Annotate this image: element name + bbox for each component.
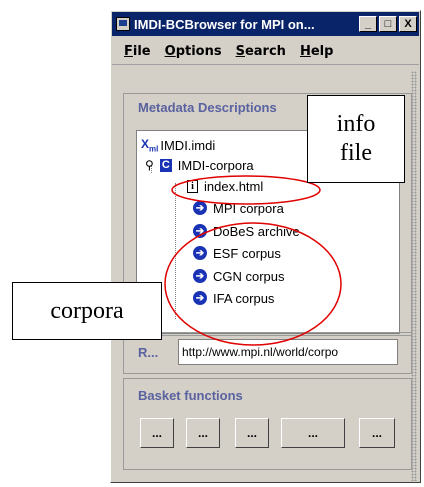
basket-button-5[interactable]: ... — [359, 418, 395, 448]
tree-node-info-file[interactable]: i index.html — [187, 177, 263, 195]
expand-pin-icon[interactable]: ⚲ — [145, 158, 154, 172]
xml-file-icon: Xml — [141, 136, 159, 154]
basket-button-3[interactable]: ... — [235, 418, 269, 448]
info-file-callout-text: info file — [336, 111, 376, 166]
tree-node-child[interactable]: ➔ DoBeS archive — [193, 222, 300, 240]
menu-search[interactable]: Search — [236, 44, 286, 59]
info-file-callout: info file — [307, 95, 405, 183]
tree-node-label: IMDI-corpora — [177, 157, 254, 173]
maximize-button[interactable]: □ — [379, 16, 397, 32]
corpus-link-icon: ➔ — [193, 269, 207, 283]
corpora-callout: corpora — [12, 282, 162, 340]
tree-node-child[interactable]: ➔ IFA corpus — [193, 289, 274, 307]
app-icon[interactable] — [116, 17, 130, 31]
tree-node-label: IMDI.imdi — [160, 137, 216, 153]
tree-node-child[interactable]: ➔ ESF corpus — [193, 244, 281, 262]
minimize-button[interactable]: _ — [359, 16, 377, 32]
corpus-link-icon: ➔ — [193, 246, 207, 260]
corpora-callout-text: corpora — [50, 297, 124, 324]
tree-node-child[interactable]: ➔ MPI corpora — [193, 199, 284, 217]
title-bar[interactable]: IMDI-BCBrowser for MPI on... _ □ X — [112, 12, 419, 36]
basket-panel-title: Basket functions — [138, 388, 243, 403]
basket-button-2[interactable]: ... — [186, 418, 220, 448]
metadata-panel-title: Metadata Descriptions — [138, 100, 277, 115]
url-label: R... — [138, 345, 159, 360]
corpus-icon: C — [159, 158, 172, 172]
corpus-link-icon: ➔ — [193, 201, 207, 215]
tree-node-label: index.html — [204, 178, 264, 194]
tree-node-root[interactable]: Xml IMDI.imdi — [141, 136, 215, 154]
menu-options[interactable]: Options — [165, 44, 222, 59]
basket-button-1[interactable]: ... — [140, 418, 174, 448]
tree-node-label: IFA corpus — [213, 290, 275, 306]
corpus-link-icon: ➔ — [193, 291, 207, 305]
menu-file[interactable]: File — [124, 44, 151, 59]
corpus-link-icon: ➔ — [193, 224, 207, 238]
menu-help[interactable]: Help — [300, 44, 333, 59]
close-button[interactable]: X — [399, 16, 417, 32]
basket-button-4[interactable]: ... — [281, 418, 345, 448]
url-field[interactable]: http://www.mpi.nl/world/corpo — [178, 339, 398, 365]
tree-node-label: MPI corpora — [213, 200, 284, 216]
info-document-icon: i — [187, 179, 198, 193]
tree-node-label: DoBeS archive — [213, 223, 300, 239]
tree-node-corpora[interactable]: ⚲ C IMDI-corpora — [145, 156, 254, 174]
tree-node-label: CGN corpus — [213, 268, 285, 284]
window-title: IMDI-BCBrowser for MPI on... — [134, 16, 315, 32]
tree-node-label: ESF corpus — [213, 245, 281, 261]
menu-bar: File Options Search Help — [112, 38, 419, 65]
tree-node-child[interactable]: ➔ CGN corpus — [193, 267, 285, 285]
tree-connector — [175, 183, 176, 319]
